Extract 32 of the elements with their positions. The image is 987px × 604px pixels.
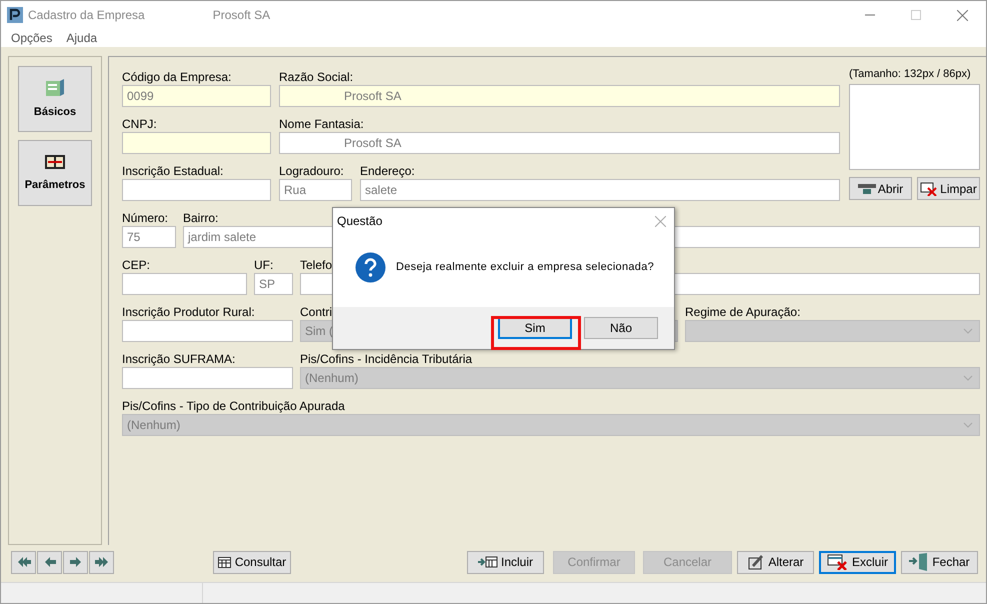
- field-value: 0099: [127, 89, 154, 103]
- field-label: Número:: [122, 211, 168, 225]
- field-value: jardim salete: [188, 230, 256, 244]
- field-label: Logradouro:: [279, 164, 344, 178]
- field-label: Pis/Cofins - Incidência Tributária: [300, 352, 472, 366]
- field-label: Nome Fantasia:: [279, 117, 364, 131]
- field-label: CNPJ:: [122, 117, 157, 131]
- field-label: Código da Empresa:: [122, 70, 232, 84]
- field-value: SP: [259, 277, 276, 291]
- field-label: Contri: [300, 305, 332, 319]
- window-title: Cadastro da Empresa: [28, 7, 145, 24]
- image-size-caption: (Tamanho: 132px / 86px): [849, 67, 972, 82]
- field-value: (Nenhum): [305, 371, 358, 385]
- field-value: Rua: [284, 183, 306, 197]
- field-value: Prosoft SA: [344, 89, 402, 103]
- field-label: Endereço:: [360, 164, 415, 178]
- field-label: Razão Social:: [279, 70, 354, 84]
- field-label: Inscrição Estadual:: [122, 164, 224, 178]
- field-value: Prosoft SA: [344, 136, 402, 150]
- window-subtitle: Prosoft SA: [212, 7, 270, 24]
- field-value: 75: [127, 230, 140, 244]
- field-value: salete: [365, 183, 398, 197]
- field-label: Telefo: [300, 258, 332, 272]
- field-label: CEP:: [122, 258, 150, 272]
- dialog-message: Deseja realmente excluir a empresa selecionada?: [396, 260, 654, 276]
- field-label: Bairro:: [183, 211, 218, 225]
- field-label: Regime de Apuração:: [685, 305, 800, 319]
- field-value: (Nenhum): [127, 418, 180, 432]
- field-label: UF:: [254, 258, 274, 272]
- field-label: Pis/Cofins - Tipo de Contribuição Apurada: [122, 399, 345, 413]
- field-label: Inscrição SUFRAMA:: [122, 352, 236, 366]
- field-label: Inscrição Produtor Rural:: [122, 305, 255, 319]
